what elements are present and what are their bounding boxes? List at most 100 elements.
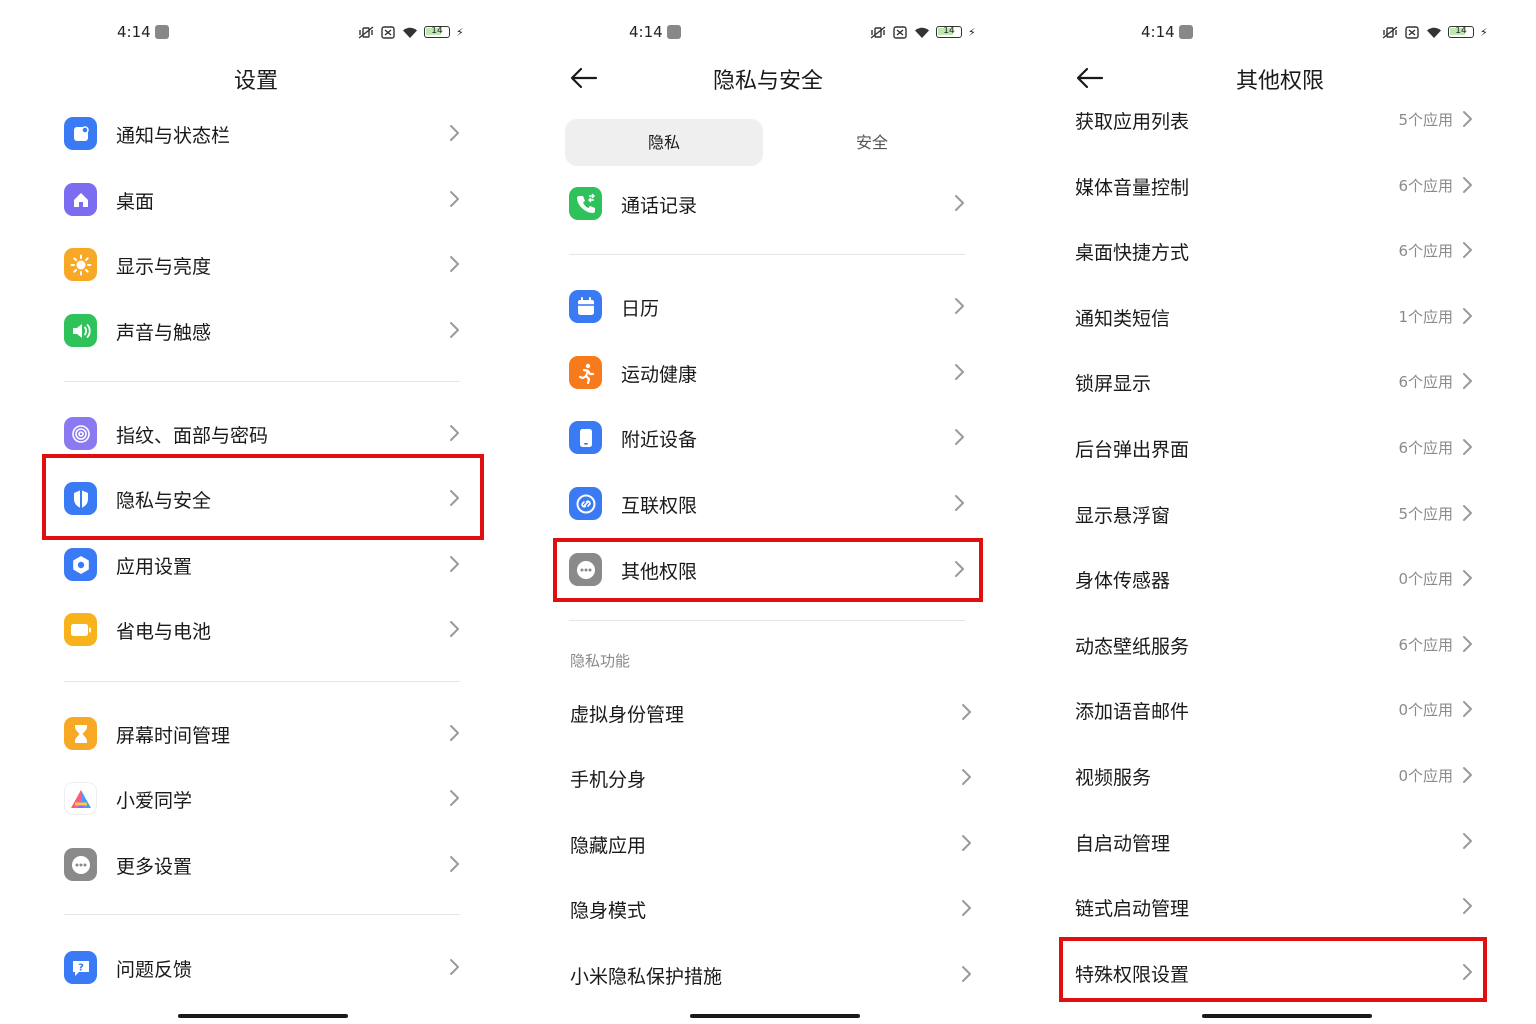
tab-privacy[interactable]: 隐私 — [565, 119, 763, 166]
battery-indicator: 14 — [424, 26, 450, 38]
app-settings-icon — [64, 548, 97, 581]
privacy-item[interactable]: 通话记录 — [553, 172, 973, 234]
app-count: 1个应用 — [1398, 308, 1453, 326]
settings-item[interactable]: 应用设置 — [48, 533, 468, 595]
fingerprint-icon — [64, 417, 97, 450]
chevron-right-icon — [955, 298, 964, 314]
app-count: 6个应用 — [1398, 439, 1453, 457]
running-icon — [569, 356, 602, 389]
permission-item[interactable]: 链式启动管理 — [1065, 875, 1481, 937]
section-divider — [64, 681, 460, 682]
privacy-feature-item[interactable]: 隐身模式 — [560, 877, 980, 939]
chevron-right-icon — [955, 364, 964, 380]
app-count: 6个应用 — [1398, 242, 1453, 260]
chevron-right-icon — [450, 322, 459, 338]
chevron-right-icon — [450, 856, 459, 872]
permission-item[interactable]: 显示悬浮窗 5个应用 — [1065, 482, 1481, 544]
row-label: 小爱同学 — [116, 790, 193, 812]
permission-item[interactable]: 桌面快捷方式 6个应用 — [1065, 219, 1481, 281]
permission-item[interactable]: 后台弹出界面 6个应用 — [1065, 416, 1481, 478]
permission-item[interactable]: 身体传感器 0个应用 — [1065, 547, 1481, 609]
permission-item[interactable]: 添加语音邮件 0个应用 — [1065, 678, 1481, 740]
permission-item[interactable]: 视频服务 0个应用 — [1065, 744, 1481, 806]
chevron-right-icon — [1463, 242, 1472, 258]
row-label: 自启动管理 — [1075, 833, 1171, 855]
status-time: 4:14 — [117, 23, 151, 41]
settings-item[interactable]: 小爱同学 — [48, 767, 468, 829]
app-count: 0个应用 — [1398, 767, 1453, 785]
permission-item[interactable]: 动态壁纸服务 6个应用 — [1065, 613, 1481, 675]
privacy-item[interactable]: 互联权限 — [553, 472, 973, 534]
home-indicator — [690, 1014, 860, 1018]
row-label: 更多设置 — [116, 856, 193, 878]
status-time: 4:14 — [629, 23, 663, 41]
chevron-right-icon — [1463, 833, 1472, 849]
wifi-icon — [915, 27, 929, 38]
settings-item[interactable]: 通知与状态栏 — [48, 102, 468, 164]
app-count: 6个应用 — [1398, 636, 1453, 654]
settings-item[interactable]: 桌面 — [48, 168, 468, 230]
chevron-right-icon — [450, 556, 459, 572]
row-label: 媒体音量控制 — [1075, 177, 1190, 199]
permission-item[interactable]: 获取应用列表 5个应用 — [1065, 88, 1481, 150]
vibrate-mute-icon — [1382, 25, 1398, 39]
page-title: 隐私与安全 — [712, 69, 823, 94]
row-label: 视频服务 — [1075, 767, 1152, 789]
row-label: 动态壁纸服务 — [1075, 636, 1190, 658]
row-label: 互联权限 — [621, 495, 698, 517]
battery-indicator: 14 — [936, 26, 962, 38]
no-sim-icon — [1405, 25, 1419, 39]
chevron-right-icon — [962, 966, 971, 982]
chevron-right-icon — [955, 495, 964, 511]
top-bar: 隐私与安全 — [512, 58, 1024, 98]
phone-log-icon — [569, 187, 602, 220]
link-icon — [569, 487, 602, 520]
row-label: 问题反馈 — [116, 959, 193, 981]
app-count: 6个应用 — [1398, 373, 1453, 391]
tab-security[interactable]: 安全 — [773, 119, 971, 166]
privacy-screen: 4:14 14 ⚡ 隐私与安全 隐私 安全 通话记录 日历 运动健康 附近设备 互联权限… — [512, 0, 1024, 1024]
row-label: 指纹、面部与密码 — [116, 425, 269, 447]
top-bar: 设置 — [0, 58, 512, 98]
privacy-item[interactable]: 日历 — [553, 275, 973, 337]
row-label: 桌面 — [116, 191, 155, 213]
privacy-feature-item[interactable]: 隐藏应用 — [560, 812, 980, 874]
privacy-item[interactable]: 附近设备 — [553, 406, 973, 468]
permission-item[interactable]: 锁屏显示 6个应用 — [1065, 350, 1481, 412]
row-label: 通知类短信 — [1075, 308, 1171, 330]
settings-item[interactable]: 声音与触感 — [48, 299, 468, 361]
section-header: 隐私功能 — [570, 652, 631, 670]
row-label: 省电与电池 — [116, 621, 212, 643]
nearby-device-icon — [569, 421, 602, 454]
chevron-right-icon — [450, 959, 459, 975]
permission-item[interactable]: 通知类短信 1个应用 — [1065, 285, 1481, 347]
settings-item[interactable]: ? 问题反馈 — [48, 936, 468, 998]
row-label: 虚拟身份管理 — [570, 704, 685, 726]
permission-item[interactable]: 自启动管理 — [1065, 810, 1481, 872]
status-icons: 14 ⚡ — [358, 25, 464, 39]
chevron-right-icon — [1463, 570, 1472, 586]
settings-item[interactable]: 更多设置 — [48, 833, 468, 895]
row-label: 手机分身 — [570, 769, 647, 791]
more-icon — [64, 848, 97, 881]
charging-icon: ⚡ — [1480, 25, 1488, 39]
row-label: 日历 — [621, 298, 660, 320]
privacy-item[interactable]: 运动健康 — [553, 341, 973, 403]
page-title: 设置 — [233, 69, 278, 94]
highlight-box — [42, 454, 484, 540]
settings-item[interactable]: 显示与亮度 — [48, 233, 468, 295]
settings-item[interactable]: 屏幕时间管理 — [48, 702, 468, 764]
permission-item[interactable]: 媒体音量控制 6个应用 — [1065, 154, 1481, 216]
privacy-feature-item[interactable]: 手机分身 — [560, 746, 980, 808]
privacy-feature-item[interactable]: 小米隐私保护措施 — [560, 943, 980, 1005]
row-label: 添加语音邮件 — [1075, 701, 1190, 723]
svg-text:?: ? — [78, 962, 84, 973]
feedback-icon: ? — [64, 951, 97, 984]
status-time: 4:14 — [1141, 23, 1175, 41]
highlight-box — [553, 538, 983, 602]
chevron-right-icon — [1463, 308, 1472, 324]
settings-item[interactable]: 省电与电池 — [48, 598, 468, 660]
row-label: 桌面快捷方式 — [1075, 242, 1190, 264]
section-divider — [569, 620, 965, 621]
privacy-feature-item[interactable]: 虚拟身份管理 — [560, 681, 980, 743]
